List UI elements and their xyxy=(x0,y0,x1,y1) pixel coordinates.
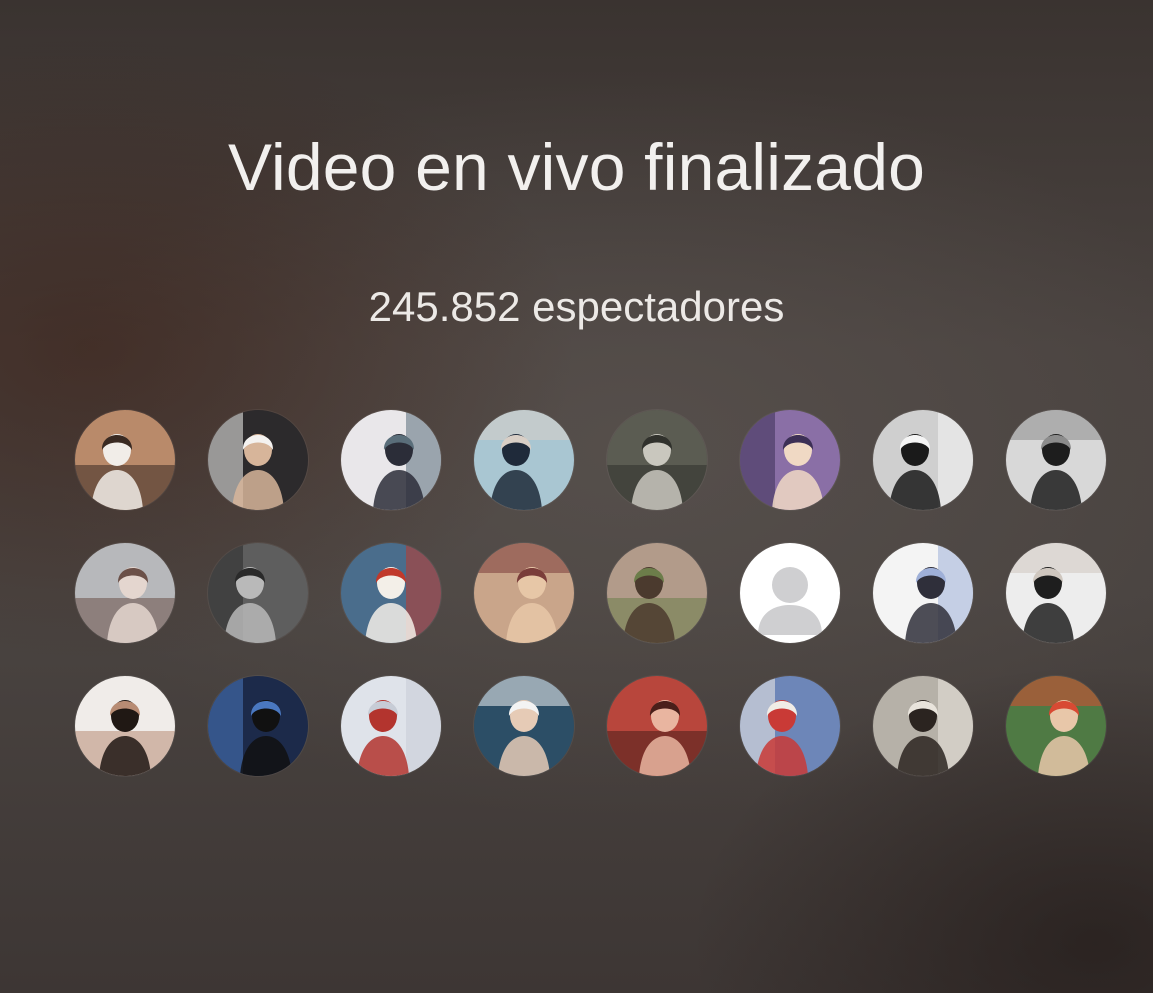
viewer-avatar[interactable] xyxy=(474,410,574,510)
viewer-count: 245.852 espectadores xyxy=(368,283,785,330)
photo-icon xyxy=(474,543,574,643)
photo-icon xyxy=(474,676,574,776)
photo-icon xyxy=(208,410,308,510)
viewer-avatar[interactable] xyxy=(341,410,441,510)
photo-icon xyxy=(1006,543,1106,643)
viewer-avatar[interactable] xyxy=(75,543,175,643)
live-ended-screen: Video en vivo finalizado 245.852 especta… xyxy=(0,0,1153,993)
viewer-avatar[interactable] xyxy=(740,410,840,510)
photo-icon xyxy=(75,676,175,776)
viewer-avatar[interactable] xyxy=(474,676,574,776)
viewer-avatar[interactable] xyxy=(740,543,840,643)
default-avatar-icon xyxy=(740,543,840,643)
page-title: Video en vivo finalizado xyxy=(227,130,926,204)
viewer-avatar[interactable] xyxy=(873,410,973,510)
viewer-avatar[interactable] xyxy=(208,543,308,643)
photo-icon xyxy=(208,676,308,776)
photo-icon xyxy=(1006,676,1106,776)
viewer-avatar[interactable] xyxy=(607,676,707,776)
viewer-avatar[interactable] xyxy=(208,410,308,510)
viewer-avatar[interactable] xyxy=(75,410,175,510)
photo-icon xyxy=(341,543,441,643)
photo-icon xyxy=(1006,410,1106,510)
viewer-avatar[interactable] xyxy=(208,676,308,776)
viewer-avatar[interactable] xyxy=(341,543,441,643)
viewer-avatar[interactable] xyxy=(341,676,441,776)
photo-icon xyxy=(873,410,973,510)
viewer-avatar[interactable] xyxy=(474,543,574,643)
photo-icon xyxy=(873,676,973,776)
photo-icon xyxy=(740,676,840,776)
photo-icon xyxy=(341,676,441,776)
viewer-avatar-grid xyxy=(75,410,1107,776)
viewer-avatar[interactable] xyxy=(740,676,840,776)
viewer-avatar[interactable] xyxy=(607,543,707,643)
viewer-avatar[interactable] xyxy=(1006,543,1106,643)
photo-icon xyxy=(474,410,574,510)
photo-icon xyxy=(208,543,308,643)
viewer-avatar[interactable] xyxy=(873,676,973,776)
photo-icon xyxy=(873,543,973,643)
photo-icon xyxy=(75,543,175,643)
photo-icon xyxy=(607,410,707,510)
viewer-avatar[interactable] xyxy=(607,410,707,510)
photo-icon xyxy=(75,410,175,510)
viewer-avatar[interactable] xyxy=(75,676,175,776)
viewer-avatar[interactable] xyxy=(1006,410,1106,510)
viewer-avatar[interactable] xyxy=(873,543,973,643)
photo-icon xyxy=(607,676,707,776)
photo-icon xyxy=(607,543,707,643)
photo-icon xyxy=(341,410,441,510)
viewer-avatar[interactable] xyxy=(1006,676,1106,776)
photo-icon xyxy=(740,410,840,510)
